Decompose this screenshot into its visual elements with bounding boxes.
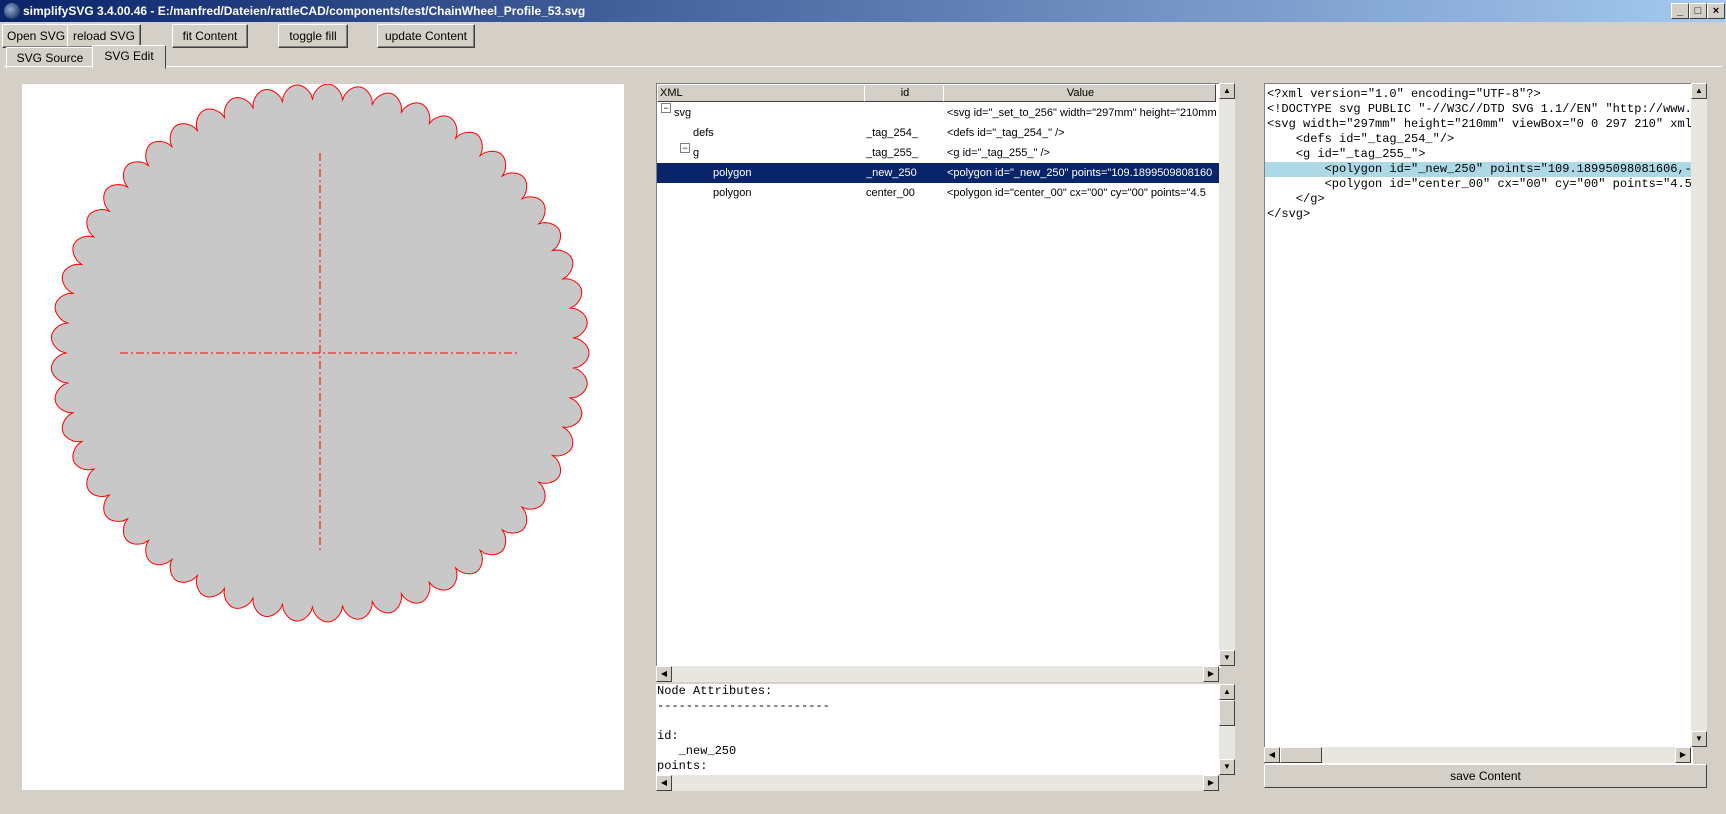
source-line: <defs id="_tag_254_"/> — [1267, 132, 1455, 146]
source-line-highlighted: <polygon id="_new_250" points="109.18995… — [1265, 162, 1693, 177]
scroll-down-icon[interactable]: ▼ — [1691, 731, 1707, 747]
tree-row[interactable]: defs _tag_254_ <defs id="_tag_254_" /> — [657, 123, 1220, 143]
close-button[interactable]: × — [1707, 3, 1725, 19]
source-line: <?xml version="1.0" encoding="UTF-8"?> — [1267, 87, 1541, 101]
scroll-up-icon[interactable]: ▲ — [1219, 684, 1235, 700]
minimize-button[interactable]: _ — [1671, 3, 1689, 19]
attributes-horizontal-scrollbar[interactable]: ◀ ▶ — [656, 775, 1219, 791]
attr-line — [656, 714, 1219, 729]
tree-node-value: <svg id="_set_to_256" width="297mm" heig… — [947, 107, 1217, 119]
source-vertical-scrollbar[interactable]: ▲ ▼ — [1691, 83, 1707, 747]
tree-horizontal-scrollbar[interactable]: ◀ ▶ — [656, 666, 1219, 682]
tree-node-value: <polygon id="center_00" cx="00" cy="00" … — [947, 187, 1206, 199]
tree-row-selected[interactable]: polygon _new_250 <polygon id="_new_250" … — [657, 163, 1220, 183]
column-header-xml[interactable]: XML — [657, 84, 865, 102]
collapse-icon[interactable]: − — [680, 143, 690, 153]
tree-node-id: _new_250 — [866, 167, 917, 179]
tab-svg-edit[interactable]: SVG Edit — [92, 45, 166, 69]
tree-vertical-scrollbar[interactable]: ▲ ▼ — [1219, 83, 1235, 666]
attributes-vertical-scrollbar[interactable]: ▲ ▼ — [1219, 684, 1235, 775]
title-bar: simplifySVG 3.4.00.46 - E:/manfred/Datei… — [0, 0, 1726, 22]
tree-node-value: <g id="_tag_255_" /> — [947, 147, 1050, 159]
attr-line: _new_250 — [657, 744, 737, 758]
attr-line: ------------------------ — [657, 699, 830, 713]
chainwheel-drawing — [50, 83, 590, 623]
scroll-down-icon[interactable]: ▼ — [1219, 650, 1235, 666]
maximize-button[interactable]: □ — [1689, 3, 1707, 19]
app-icon — [4, 3, 20, 19]
node-attributes-panel[interactable]: Node Attributes: -----------------------… — [656, 684, 1219, 785]
tree-node-xml: g — [693, 147, 700, 159]
source-line: <g id="_tag_255_"> — [1267, 147, 1426, 161]
collapse-icon[interactable]: − — [661, 103, 671, 113]
svg-source-text[interactable]: <?xml version="1.0" encoding="UTF-8"?> <… — [1264, 83, 1693, 765]
source-line: </svg> — [1267, 207, 1311, 221]
tree-node-value: <polygon id="_new_250" points="109.18995… — [947, 167, 1213, 179]
scroll-up-icon[interactable]: ▲ — [1219, 83, 1235, 99]
tree-header: XML id Value — [657, 84, 1220, 102]
scroll-right-icon[interactable]: ▶ — [1675, 747, 1691, 763]
source-line: <!DOCTYPE svg PUBLIC "-//W3C//DTD SVG 1.… — [1267, 102, 1693, 116]
attr-line: id: — [657, 729, 679, 743]
scroll-thumb[interactable] — [1219, 700, 1235, 726]
source-line: <polygon id="center_00" cx="00" cy="00" … — [1267, 177, 1693, 191]
scroll-left-icon[interactable]: ◀ — [656, 775, 672, 791]
tree-row[interactable]: polygon center_00 <polygon id="center_00… — [657, 183, 1220, 203]
update-content-button[interactable]: update Content — [377, 24, 475, 48]
scroll-right-icon[interactable]: ▶ — [1203, 775, 1219, 791]
tree-node-value: <defs id="_tag_254_" /> — [947, 127, 1065, 139]
source-line: </g> — [1267, 192, 1325, 206]
scroll-down-icon[interactable]: ▼ — [1219, 759, 1235, 775]
window-title: simplifySVG 3.4.00.46 - E:/manfred/Datei… — [23, 4, 586, 18]
fit-content-button[interactable]: fit Content — [172, 24, 248, 48]
scroll-right-icon[interactable]: ▶ — [1203, 666, 1219, 682]
xml-tree[interactable]: XML id Value − svg <svg id="_set_to_256"… — [656, 83, 1221, 668]
source-line: <svg width="297mm" height="210mm" viewBo… — [1267, 117, 1693, 131]
attr-line: points: — [657, 759, 708, 773]
tree-row[interactable]: − g _tag_255_ <g id="_tag_255_" /> — [657, 143, 1220, 163]
tree-node-xml: defs — [693, 127, 714, 139]
scroll-thumb[interactable] — [1280, 747, 1322, 763]
source-horizontal-scrollbar[interactable]: ◀ ▶ — [1264, 747, 1691, 763]
tree-node-xml: svg — [674, 107, 692, 119]
tree-node-id: _tag_255_ — [866, 147, 918, 159]
open-svg-button[interactable]: Open SVG — [2, 24, 70, 48]
column-header-id[interactable]: id — [864, 84, 944, 102]
tree-node-xml: polygon — [713, 187, 752, 199]
scroll-left-icon[interactable]: ◀ — [656, 666, 672, 682]
tree-node-id: _tag_254_ — [866, 127, 918, 139]
scroll-left-icon[interactable]: ◀ — [1264, 747, 1280, 763]
save-content-button[interactable]: save Content — [1264, 764, 1707, 788]
tree-node-xml: polygon — [713, 167, 752, 179]
svg-canvas[interactable] — [22, 83, 624, 790]
tab-divider — [4, 66, 1722, 67]
tree-row[interactable]: − svg <svg id="_set_to_256" width="297mm… — [657, 103, 1220, 123]
toggle-fill-button[interactable]: toggle fill — [278, 24, 348, 48]
column-header-value[interactable]: Value — [943, 84, 1216, 102]
tree-node-id: center_00 — [866, 187, 915, 199]
attr-line: Node Attributes: — [657, 684, 773, 698]
scroll-up-icon[interactable]: ▲ — [1691, 83, 1707, 99]
